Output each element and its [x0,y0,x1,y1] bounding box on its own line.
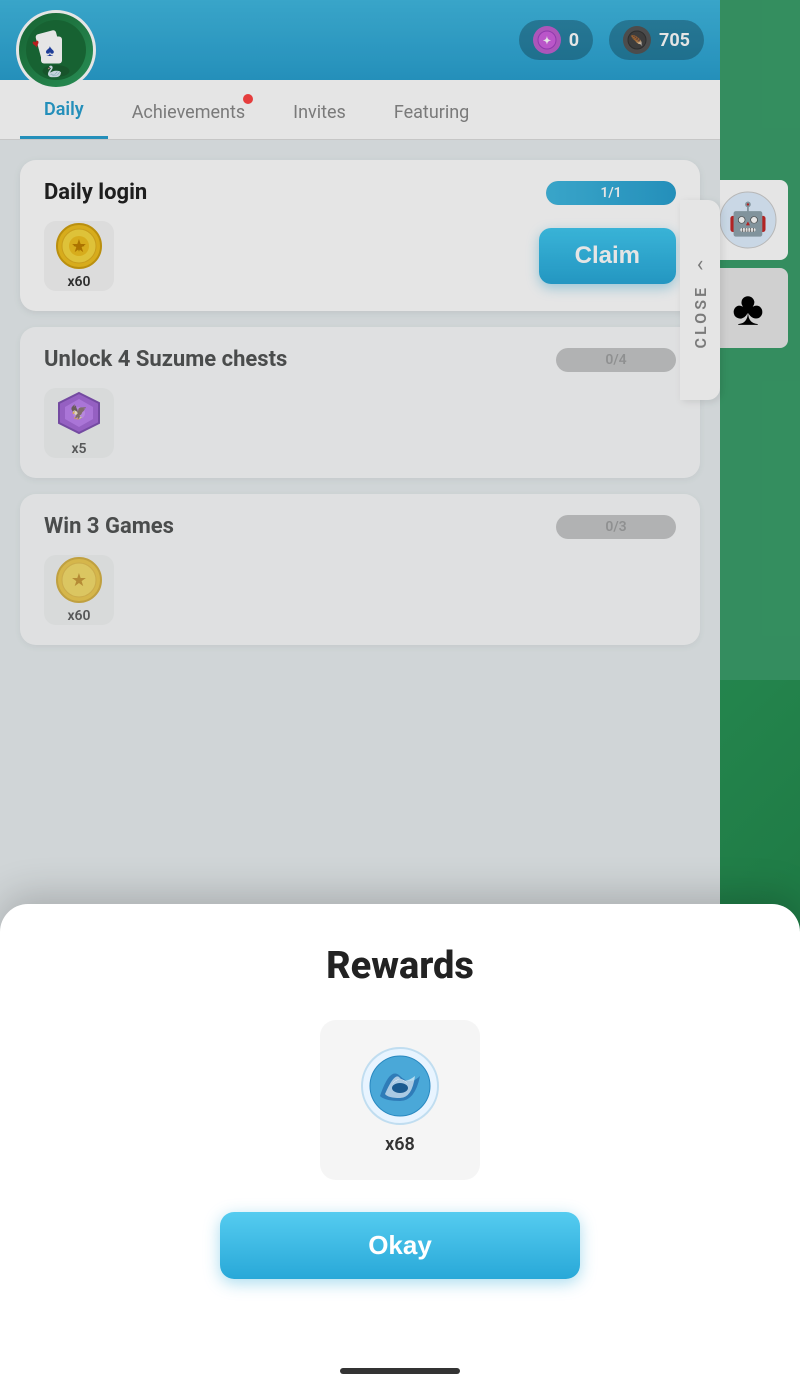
modal-reward-item: x68 [320,1020,480,1180]
blue-wing-icon [360,1046,440,1126]
rewards-modal-title: Rewards [326,944,474,988]
rewards-modal: Rewards x68 Okay [0,904,800,1384]
okay-button[interactable]: Okay [220,1212,580,1279]
home-indicator [340,1368,460,1374]
modal-reward-count: x68 [385,1134,415,1155]
modal-backdrop [0,0,800,960]
